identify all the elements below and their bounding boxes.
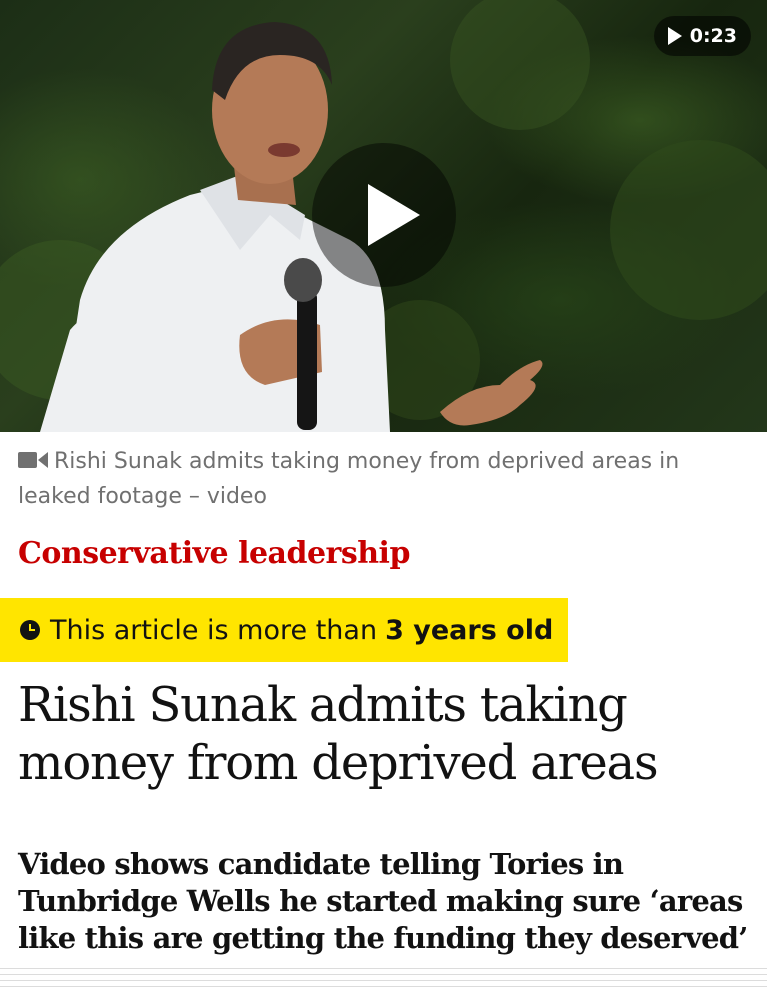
article-headline: Rishi Sunak admits taking money from dep… [18,677,659,791]
divider-lines [0,968,767,992]
age-notice-text: This article is more than [50,614,378,646]
video-camera-icon [18,451,50,469]
section-kicker-link[interactable]: Conservative leadership [18,536,410,571]
clock-icon [20,620,40,640]
article-age-notice: This article is more than 3 years old [0,598,568,662]
duration-text: 0:23 [689,25,737,47]
video-caption: Rishi Sunak admits taking money from dep… [18,444,738,514]
video-duration-badge: 0:23 [653,16,751,56]
play-icon [368,184,420,246]
play-button[interactable] [312,143,456,287]
age-notice-age: 3 years old [385,614,554,646]
article-standfirst: Video shows candidate telling Tories in … [18,847,748,955]
video-player[interactable]: 0:23 [0,0,767,432]
play-icon [667,27,682,45]
video-caption-text: Rishi Sunak admits taking money from dep… [18,449,680,509]
